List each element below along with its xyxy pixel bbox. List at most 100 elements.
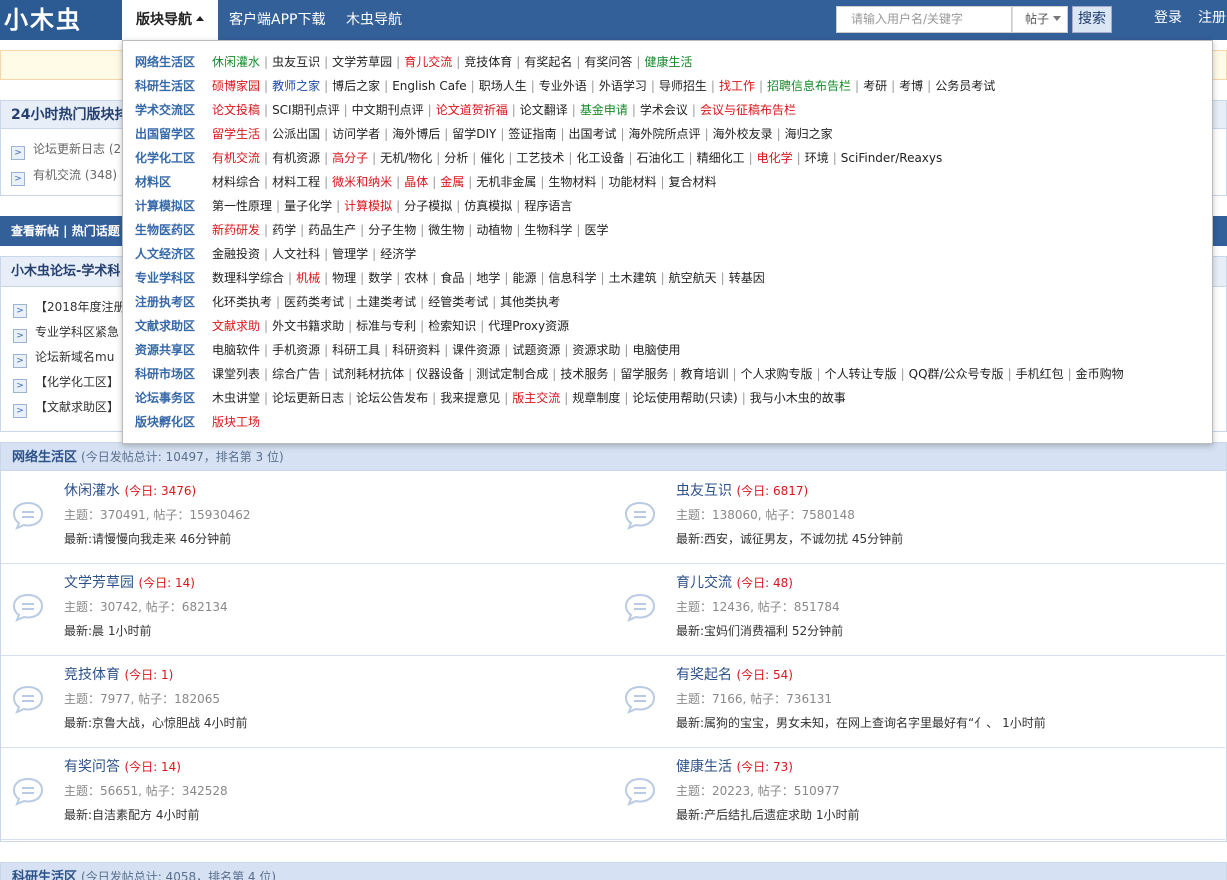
board-link[interactable]: 论坛公告发布 (356, 391, 428, 405)
board-link[interactable]: 化环类执考 (212, 295, 272, 309)
board-link[interactable]: 博后之家 (332, 79, 380, 93)
board-link[interactable]: 考研 (863, 79, 887, 93)
board-link[interactable]: 科研工具 (332, 343, 380, 357)
board-link[interactable]: 石油化工 (637, 151, 685, 165)
board-link[interactable]: 访问学者 (332, 127, 380, 141)
search-input[interactable]: 请输入用户名/关键字 (836, 6, 1012, 33)
board-link[interactable]: 有机交流 (212, 151, 260, 165)
board-link[interactable]: QQ群/公众号专版 (909, 367, 1004, 381)
board-name[interactable]: 休闲灌水 (64, 483, 120, 499)
board-link[interactable]: 药品生产 (308, 223, 356, 237)
board-link[interactable]: 程序语言 (524, 199, 572, 213)
board-link[interactable]: 科研资料 (392, 343, 440, 357)
board-link[interactable]: 签证指南 (508, 127, 556, 141)
board-name[interactable]: 有奖起名 (676, 667, 732, 683)
board-link[interactable]: 材料工程 (272, 175, 320, 189)
board-link[interactable]: 职场人生 (479, 79, 527, 93)
board-link[interactable]: 电脑使用 (632, 343, 680, 357)
category-name[interactable]: 出国留学区 (135, 122, 211, 146)
board-link[interactable]: 技术服务 (560, 367, 608, 381)
board-link[interactable]: 我来提意见 (440, 391, 500, 405)
board-link[interactable]: 计算模拟 (344, 199, 392, 213)
board-link[interactable]: 综合广告 (272, 367, 320, 381)
board-link[interactable]: 土建类考试 (356, 295, 416, 309)
board-link[interactable]: 能源 (512, 271, 536, 285)
hot-board-item[interactable]: > 论坛更新日志 (2 (11, 139, 121, 160)
board-link[interactable]: 医学 (584, 223, 608, 237)
board-link[interactable]: 微生物 (428, 223, 464, 237)
board-title[interactable]: 有奖起名 (今日: 54) (676, 664, 793, 684)
board-link[interactable]: 论文投稿 (212, 103, 260, 117)
board-link[interactable]: 留学DIY (452, 127, 496, 141)
category-name[interactable]: 注册执考区 (135, 290, 211, 314)
board-link[interactable]: 土木建筑 (609, 271, 657, 285)
board-link[interactable]: 生物科学 (524, 223, 572, 237)
board-link[interactable]: 动植物 (476, 223, 512, 237)
board-link[interactable]: 留学生活 (212, 127, 260, 141)
board-link[interactable]: 试题资源 (512, 343, 560, 357)
board-link[interactable]: 高分子 (332, 151, 368, 165)
board-link[interactable]: 竞技体育 (464, 55, 512, 69)
category-name[interactable]: 专业学科区 (135, 266, 211, 290)
board-link[interactable]: 育儿交流 (404, 55, 452, 69)
board-link[interactable]: 医药类考试 (284, 295, 344, 309)
search-button[interactable]: 搜索 (1072, 6, 1112, 33)
board-title[interactable]: 有奖问答 (今日: 14) (64, 756, 181, 776)
announcement-item[interactable]: > 【化学化工区】 (13, 372, 119, 393)
announcement-item[interactable]: > 论坛新域名mu (13, 347, 114, 368)
board-link[interactable]: 数学 (368, 271, 392, 285)
section-title[interactable]: 网络生活区 (12, 450, 77, 465)
board-link[interactable]: 有奖起名 (524, 55, 572, 69)
board-link[interactable]: 化工设备 (576, 151, 624, 165)
category-name[interactable]: 学术交流区 (135, 98, 211, 122)
board-link[interactable]: 会议与征稿布告栏 (700, 103, 796, 117)
board-link[interactable]: 休闲灌水 (212, 55, 260, 69)
board-link[interactable]: 精细化工 (697, 151, 745, 165)
board-link[interactable]: 材料综合 (212, 175, 260, 189)
category-name[interactable]: 生物医药区 (135, 218, 211, 242)
board-link[interactable]: 有机资源 (272, 151, 320, 165)
board-link[interactable]: 试剂耗材抗体 (332, 367, 404, 381)
category-name[interactable]: 人文经济区 (135, 242, 211, 266)
category-name[interactable]: 网络生活区 (135, 50, 211, 74)
category-name[interactable]: 材料区 (135, 170, 211, 194)
board-link[interactable]: 数理科学综合 (212, 271, 284, 285)
board-link[interactable]: 农林 (404, 271, 428, 285)
board-link[interactable]: 外文书籍求助 (272, 319, 344, 333)
board-link[interactable]: 复合材料 (669, 175, 717, 189)
board-link[interactable]: 分子模拟 (404, 199, 452, 213)
board-link[interactable]: 功能材料 (608, 175, 656, 189)
category-name[interactable]: 文献求助区 (135, 314, 211, 338)
board-link[interactable]: 环境 (805, 151, 829, 165)
board-link[interactable]: 人文社科 (272, 247, 320, 261)
board-link[interactable]: 标准与专利 (356, 319, 416, 333)
category-name[interactable]: 计算模拟区 (135, 194, 211, 218)
board-link[interactable]: 留学服务 (620, 367, 668, 381)
board-link[interactable]: 文学芳草园 (332, 55, 392, 69)
category-name[interactable]: 版块孵化区 (135, 410, 211, 434)
hot-board-item[interactable]: > 有机交流 (348) (11, 165, 117, 186)
board-link[interactable]: 硕博家园 (212, 79, 260, 93)
board-title[interactable]: 虫友互识 (今日: 6817) (676, 480, 808, 500)
board-link[interactable]: 文献求助 (212, 319, 260, 333)
announcement-item[interactable]: > 专业学科区紧急 (13, 322, 119, 343)
board-link[interactable]: 规章制度 (572, 391, 620, 405)
board-link[interactable]: 基金申请 (580, 103, 628, 117)
board-link[interactable]: 仿真模拟 (464, 199, 512, 213)
login-link[interactable]: 登录 (1154, 0, 1182, 36)
board-link[interactable]: 公派出国 (272, 127, 320, 141)
nav-muchong-guide[interactable]: 木虫导航 (346, 0, 402, 40)
board-link[interactable]: 地学 (476, 271, 500, 285)
board-name[interactable]: 健康生活 (676, 759, 732, 775)
category-name[interactable]: 论坛事务区 (135, 386, 211, 410)
board-link[interactable]: 催化 (480, 151, 504, 165)
board-link[interactable]: 海外院所点评 (629, 127, 701, 141)
board-link[interactable]: 无机/物化 (380, 151, 432, 165)
board-link[interactable]: 我与小木虫的故事 (750, 391, 846, 405)
nav-board-navigation[interactable]: 版块导航 (122, 0, 218, 40)
board-link[interactable]: 分析 (444, 151, 468, 165)
board-latest-post[interactable]: 最新:请慢慢向我走来 46分钟前 (64, 530, 231, 547)
board-link[interactable]: 仪器设备 (416, 367, 464, 381)
board-link[interactable]: 测试定制合成 (476, 367, 548, 381)
board-link[interactable]: 健康生活 (644, 55, 692, 69)
